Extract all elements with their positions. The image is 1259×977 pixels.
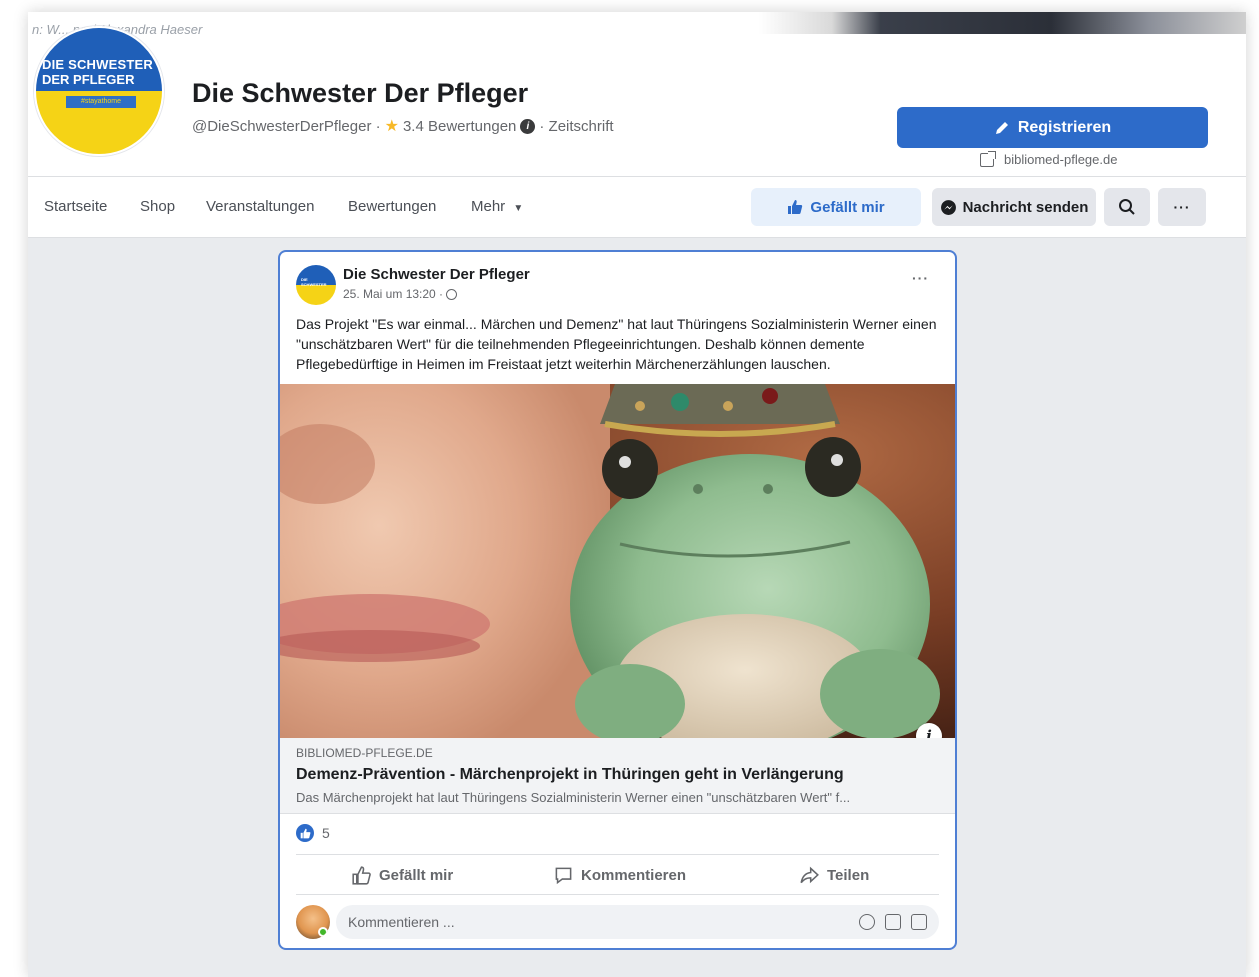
post-author-avatar[interactable]: DIE SCHWESTER [296,265,336,305]
thumbs-up-outline-icon [352,866,371,885]
post-image-frog-with-crown[interactable]: i [280,384,955,738]
pencil-icon [995,121,1008,134]
post-timestamp[interactable]: 25. Mai um 13:20 · [343,287,458,301]
link-preview[interactable]: BIBLIOMED-PFLEGE.DE Demenz-Prävention - … [280,738,955,814]
messenger-icon [940,199,956,215]
comment-label: Kommentieren [581,867,687,884]
like-page-label: Gefällt mir [810,198,885,216]
post-date-text: 25. Mai um 13:20 · [343,287,444,301]
post-actions: Gefällt mir Kommentieren Teilen [296,856,939,894]
caret-down-icon: ▼ [513,203,524,214]
actions-divider-bottom [296,894,939,895]
like-label: Gefällt mir [379,867,454,884]
page-meta: @DieSchwesterDerPfleger · ★ 3.4 Bewertun… [192,116,614,136]
send-message-label: Nachricht senden [962,198,1089,216]
logo-tag: #stayathome [66,96,136,108]
tab-bewertungen[interactable]: Bewertungen [348,198,436,215]
external-link-icon [980,150,996,167]
comment-icon [555,867,572,885]
post-card: DIE SCHWESTER Die Schwester Der Pfleger … [278,250,957,950]
star-icon: ★ [384,118,399,135]
logo-line-1: DIE SCHWESTER [42,57,153,72]
tab-mehr-label: Mehr [471,198,506,215]
page-nav: Startseite Shop Veranstaltungen Bewertun… [28,182,1246,232]
website-url: bibliomed-pflege.de [1004,152,1118,167]
page-profile-picture[interactable]: DIE SCHWESTER DER PFLEGER #stayathome [34,26,164,156]
link-title: Demenz-Prävention - Märchenprojekt in Th… [296,766,844,783]
website-link[interactable]: bibliomed-pflege.de [980,150,1118,167]
frog-photo [280,384,955,738]
post-options-button[interactable]: ··· [912,270,929,286]
share-button[interactable]: Teilen [800,866,869,885]
share-icon [800,866,819,884]
sticker-icon[interactable] [911,914,927,930]
thumbs-up-icon [788,200,803,214]
globe-icon [446,288,458,300]
page-title: Die Schwester Der Pfleger [192,78,529,108]
emoji-icon[interactable] [859,914,875,930]
more-options-button[interactable]: ··· [1158,188,1206,226]
page-rating[interactable]: 3.4 Bewertungen [403,118,516,135]
info-icon[interactable]: i [520,118,536,134]
like-page-button[interactable]: Gefällt mir [751,188,921,226]
page-category: · Zeitschrift [539,117,614,135]
post-author-avatar-text: DIE SCHWESTER [301,277,327,287]
page-header: n: W... ner/ Alexandra Haeser DIE SCHWES… [28,12,1246,238]
share-label: Teilen [827,867,870,884]
tab-shop[interactable]: Shop [140,198,175,215]
like-button[interactable]: Gefällt mir [352,866,453,885]
cover-photo [28,12,1246,34]
header-divider [28,176,1246,177]
current-user-avatar[interactable] [296,905,330,939]
search-icon [1119,199,1135,215]
register-button[interactable]: Registrieren [897,107,1208,148]
tab-mehr[interactable]: Mehr ▼ [471,198,523,215]
tab-veranstaltungen[interactable]: Veranstaltungen [206,198,314,215]
actions-divider-top [296,854,939,855]
comment-input[interactable]: Kommentieren ... [336,905,939,939]
post-text: Das Projekt "Es war einmal... Märchen un… [296,316,937,372]
photo-icon[interactable] [885,914,901,930]
facebook-page-window: n: W... ner/ Alexandra Haeser DIE SCHWES… [28,12,1246,977]
comment-placeholder: Kommentieren ... [348,914,455,930]
post-author-name[interactable]: Die Schwester Der Pfleger [343,266,530,283]
comment-input-tools [859,914,927,930]
logo-line-2: DER PFLEGER [42,72,135,87]
link-domain: BIBLIOMED-PFLEGE.DE [296,746,433,760]
search-button[interactable] [1104,188,1150,226]
link-description: Das Märchenprojekt hat laut Thüringens S… [296,790,851,805]
online-status-dot [318,927,328,937]
tab-startseite[interactable]: Startseite [44,198,107,215]
reaction-count: 5 [322,825,330,841]
like-reaction-icon [296,824,314,842]
page-handle[interactable]: @DieSchwesterDerPfleger · [192,118,381,135]
reaction-summary[interactable]: 5 [296,824,330,842]
send-message-button[interactable]: Nachricht senden [932,188,1096,226]
comment-button[interactable]: Kommentieren [554,866,686,885]
register-label: Registrieren [1017,118,1112,136]
